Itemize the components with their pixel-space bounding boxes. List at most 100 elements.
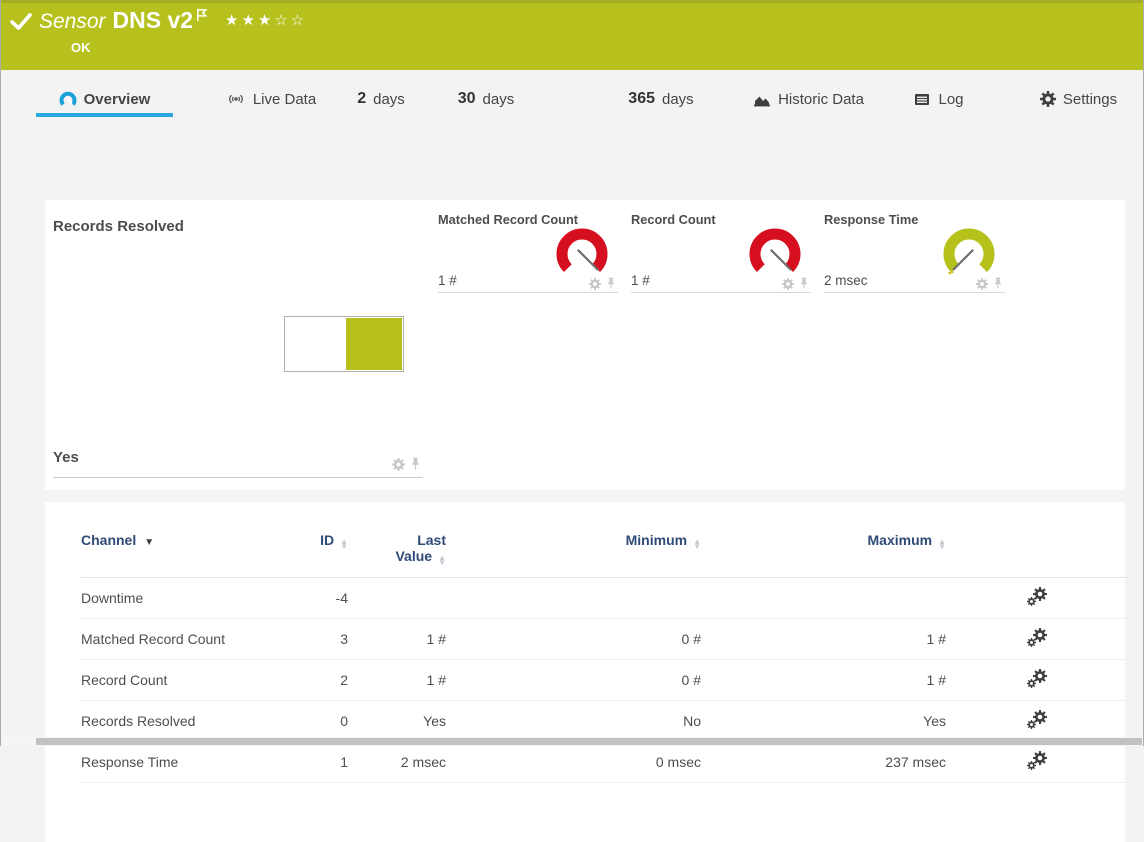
channel-minimum: No [446,701,701,742]
table-header-row: Channel▼ ID▲▼ Last Value▲▼ Minimum▲▼ Max… [81,502,1127,578]
log-icon [913,91,931,108]
tab-bar: Overview Live Data 2 days 30 days 365 da… [1,85,1144,117]
gauge-dial [937,224,1001,282]
tab-365-days[interactable]: 365 days [611,85,711,117]
channel-name: Record Count [81,660,296,701]
tab-label: Live Data [253,91,316,108]
gauge-value: 2 msec [824,273,868,288]
tile-pin-icon[interactable] [993,277,1003,290]
channel-name: Matched Record Count [81,619,296,660]
tile-pin-icon[interactable] [410,457,421,471]
tile-gear-icon[interactable] [392,458,405,471]
column-header-maximum[interactable]: Maximum▲▼ [701,502,946,578]
overview-panel: Records Resolved Yes Matched Record Coun… [45,200,1125,490]
primary-channel-title: Records Resolved [53,210,423,235]
channel-name: Downtime [81,578,296,619]
tab-label: days [373,91,405,108]
records-resolved-swatch-green [346,318,402,370]
gauge-tile-record-count: Record Count 1 # [631,210,811,293]
sensor-header: Sensor DNS v2 ★★★☆☆ OK [1,0,1143,70]
column-header-actions [946,502,1127,578]
tile-gear-icon[interactable] [976,278,988,290]
tab-number: 2 [357,90,366,108]
table-row: Records Resolved 0 Yes No Yes [81,701,1127,742]
gauge-dial [743,224,807,282]
tab-label: Log [938,91,963,108]
sort-icon: ▲▼ [938,539,946,549]
primary-channel-tile: Records Resolved Yes [53,210,423,478]
gauge-needle [953,250,973,270]
historic-data-icon [753,91,771,108]
tab-live-data[interactable]: Live Data [211,85,331,117]
horizontal-scrollbar-thumb[interactable] [36,738,1142,745]
tile-gear-icon[interactable] [782,278,794,290]
gauge-tile-matched-record-count: Matched Record Count 1 # [438,210,618,293]
tab-overview[interactable]: Overview [36,85,173,117]
tab-30-days[interactable]: 30 days [441,85,531,117]
gauge-value: 1 # [438,273,457,288]
channel-last-value [348,578,446,619]
channel-settings-gears-icon[interactable] [1027,628,1047,648]
channel-settings-gears-icon[interactable] [1027,587,1047,607]
channel-name: Response Time [81,742,296,783]
channel-settings-gears-icon[interactable] [1027,751,1047,771]
gauge-limit-marker [949,272,954,274]
tile-pin-icon[interactable] [799,277,809,290]
gauge-value: 1 # [631,273,650,288]
channel-id: 2 [296,660,348,701]
channel-id: 1 [296,742,348,783]
tab-2-days[interactable]: 2 days [341,85,421,117]
tab-label: days [662,91,694,108]
channel-minimum: 0 msec [446,742,701,783]
sensor-name: DNS v2 [113,7,194,33]
channel-id: 3 [296,619,348,660]
tab-historic-data[interactable]: Historic Data [731,85,886,117]
channel-minimum: 0 # [446,660,701,701]
page-title: Sensor DNS v2 [39,7,208,34]
gauge-dial [550,224,614,282]
tab-label: Overview [84,91,151,108]
status-ok-check-icon [10,12,32,32]
column-header-minimum[interactable]: Minimum▲▼ [446,502,701,578]
tile-pin-icon[interactable] [606,277,616,290]
tab-label: Historic Data [778,91,864,108]
channel-maximum: 1 # [701,619,946,660]
channel-maximum: 237 msec [701,742,946,783]
sort-desc-icon: ▼ [144,537,154,548]
column-header-channel[interactable]: Channel▼ [81,502,296,578]
tab-number: 365 [628,90,655,108]
gauge-icon [59,91,77,108]
tile-gear-icon[interactable] [589,278,601,290]
tab-label: days [483,91,515,108]
channel-minimum: 0 # [446,619,701,660]
primary-channel-value: Yes [53,449,79,466]
records-resolved-swatch [284,316,404,372]
status-badge: OK [71,40,91,55]
channel-last-value: 1 # [348,660,446,701]
live-data-icon [226,90,246,108]
channel-name: Records Resolved [81,701,296,742]
priority-stars[interactable]: ★★★☆☆ [225,11,307,29]
tab-settings[interactable]: Settings [1021,85,1136,117]
settings-icon [1040,91,1056,107]
flag-icon[interactable] [196,8,208,22]
sensor-type-label: Sensor [39,10,106,33]
gauge-needle [578,250,598,270]
table-row: Record Count 2 1 # 0 # 1 # [81,660,1127,701]
sort-icon: ▲▼ [693,539,701,549]
channel-settings-gears-icon[interactable] [1027,710,1047,730]
tab-log[interactable]: Log [896,85,981,117]
table-row: Downtime -4 [81,578,1127,619]
sort-icon: ▲▼ [340,539,348,549]
channel-last-value: 1 # [348,619,446,660]
column-header-id[interactable]: ID▲▼ [296,502,348,578]
channel-maximum: Yes [701,701,946,742]
column-header-last-value[interactable]: Last Value▲▼ [348,502,446,578]
channel-maximum: 1 # [701,660,946,701]
channel-last-value: 2 msec [348,742,446,783]
channel-settings-gears-icon[interactable] [1027,669,1047,689]
channel-maximum [701,578,946,619]
sort-icon: ▲▼ [438,555,446,565]
tab-label: Settings [1063,91,1117,108]
horizontal-scrollbar [1,737,1143,746]
